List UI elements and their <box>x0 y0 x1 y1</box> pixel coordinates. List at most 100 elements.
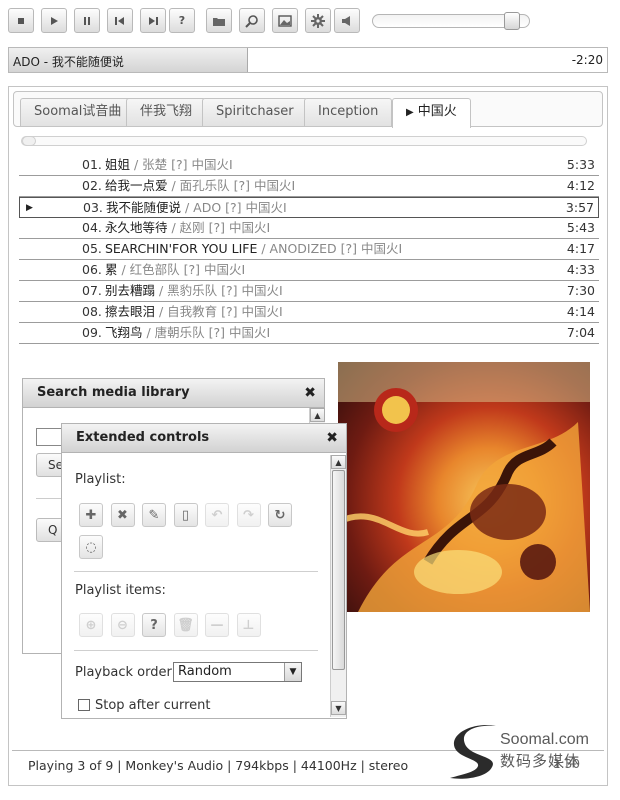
lightbulb-button[interactable]: ◌ <box>79 535 103 559</box>
extended-controls-title: Extended controls <box>76 430 210 445</box>
scroll-down-arrow-icon[interactable]: ▼ <box>331 701 346 715</box>
refresh-button[interactable]: ↻ <box>268 503 292 527</box>
track-duration: 4:17 <box>566 241 595 256</box>
track-duration: 5:33 <box>566 157 595 172</box>
speaker-icon <box>342 15 350 26</box>
scroll-up-arrow-icon[interactable]: ▲ <box>310 408 325 422</box>
pencil-icon: ✎ <box>148 507 160 523</box>
track-number: 05. <box>82 241 102 256</box>
track-meta: / 唐朝乐队 [?] 中国火I <box>142 325 271 340</box>
extended-controls-scrollbar[interactable]: ▲ ▼ <box>330 455 346 717</box>
playlist-row[interactable]: 09. 飞翔鸟 / 唐朝乐队 [?] 中国火I 7:04 <box>19 323 599 344</box>
stop-button[interactable] <box>8 8 34 33</box>
track-duration: 7:04 <box>566 325 595 340</box>
track-meta: / 黑豹乐队 [?] 中国火I <box>155 283 283 298</box>
play-icon <box>51 16 58 25</box>
track-meta: / ANODIZED [?] 中国火I <box>257 241 403 256</box>
track-info: 擦去眼泪 / 自我教育 [?] 中国火I <box>105 302 283 322</box>
undo-button[interactable]: ↶ <box>205 503 229 527</box>
pause-icon <box>84 16 90 25</box>
question-button[interactable]: ? <box>142 613 166 637</box>
minus-circle-button[interactable]: ⊖ <box>110 613 135 637</box>
track-duration: 4:14 <box>566 304 595 319</box>
track-number: 02. <box>82 178 102 193</box>
track-number: 03. <box>83 200 103 215</box>
playlist-row[interactable]: 07. 别去糟蹋 / 黑豹乐队 [?] 中国火I 7:30 <box>19 281 599 302</box>
redo-button[interactable]: ↷ <box>236 503 261 527</box>
track-info: 永久地等待 / 赵刚 [?] 中国火I <box>105 218 270 238</box>
playlist-row[interactable]: 02. 给我一点爱 / 面孔乐队 [?] 中国火I 4:12 <box>19 176 599 197</box>
extended-controls-header[interactable]: Extended controls ✖ <box>61 423 347 453</box>
settings-button[interactable] <box>305 8 331 33</box>
now-playing-bar[interactable]: ADO - 我不能随便说 -2:20 <box>8 47 608 73</box>
playback-order-label: Playback order <box>75 665 172 680</box>
track-meta: / 赵刚 [?] 中国火I <box>167 220 271 235</box>
track-info: 飞翔鸟 / 唐朝乐队 [?] 中国火I <box>105 323 270 343</box>
stop-after-current-label: Stop after current <box>95 698 211 713</box>
track-title: 永久地等待 <box>105 220 168 235</box>
playlist-row[interactable]: ▶ 03. 我不能随便说 / ADO [?] 中国火I 3:57 <box>19 197 599 218</box>
tab-spiritchaser[interactable]: Spiritchaser <box>202 98 308 126</box>
plus-button[interactable]: ✚ <box>79 503 103 527</box>
chevron-down-icon[interactable]: ▼ <box>284 663 301 681</box>
track-number: 09. <box>82 325 102 340</box>
open-button[interactable] <box>206 8 232 33</box>
random-button[interactable]: ? <box>169 8 195 33</box>
trash-icon: 🗑 <box>177 617 194 633</box>
scroll-thumb[interactable] <box>332 470 345 670</box>
dash-button[interactable]: — <box>205 613 229 637</box>
playlist-row[interactable]: 04. 永久地等待 / 赵刚 [?] 中国火I 5:43 <box>19 218 599 239</box>
trash-button[interactable]: 🗑 <box>173 613 198 637</box>
track-duration: 5:43 <box>566 220 595 235</box>
track-info: 别去糟蹋 / 黑豹乐队 [?] 中国火I <box>105 281 283 301</box>
watermark-site: Soomal.com <box>500 731 589 748</box>
image-icon <box>278 14 292 27</box>
playback-order-value: Random <box>178 664 232 679</box>
next-icon <box>149 16 158 25</box>
clipboard-icon: ▯ <box>181 507 190 523</box>
search-panel-header[interactable]: Search media library ✖ <box>22 378 325 408</box>
gear-icon <box>311 13 325 28</box>
tab-inception[interactable]: Inception <box>304 98 393 126</box>
tab-banwofeixiang[interactable]: 伴我飞翔 <box>126 98 207 126</box>
folder-icon <box>213 17 225 26</box>
playlist-hscrollbar[interactable] <box>21 136 587 146</box>
track-meta: / 自我教育 [?] 中国火I <box>155 304 283 319</box>
track-number: 04. <box>82 220 102 235</box>
search-panel-close-icon[interactable]: ✖ <box>304 379 316 407</box>
remove-icon: ✖ <box>117 507 128 523</box>
clipboard-button[interactable]: ▯ <box>173 503 198 527</box>
playlist-row[interactable]: 05. SEARCHIN'FOR YOU LIFE / ANODIZED [?] … <box>19 239 599 260</box>
volume-button[interactable] <box>334 8 360 33</box>
extended-controls-close-icon[interactable]: ✖ <box>326 424 338 452</box>
plus-icon: ✚ <box>85 507 97 523</box>
search-button[interactable] <box>239 8 265 33</box>
previous-button[interactable] <box>107 8 133 33</box>
playlist-row[interactable]: 01. 姐姐 / 张楚 [?] 中国火I 5:33 <box>19 155 599 176</box>
playlist-row[interactable]: 08. 擦去眼泪 / 自我教育 [?] 中国火I 4:14 <box>19 302 599 323</box>
album-art-image <box>338 362 590 612</box>
pin-button[interactable]: ⊥ <box>236 613 261 637</box>
stop-icon <box>18 17 24 24</box>
remove-button[interactable]: ✖ <box>110 503 135 527</box>
image-button[interactable] <box>272 8 298 33</box>
track-title: 擦去眼泪 <box>105 304 156 319</box>
undo-icon: ↶ <box>211 507 223 523</box>
add-circle-button[interactable]: ⊕ <box>79 613 103 637</box>
playlist-row[interactable]: 06. 累 / 红色部队 [?] 中国火I 4:33 <box>19 260 599 281</box>
playlist-tabs: Soomal试音曲 伴我飞翔 Spiritchaser Inception ▶ 中… <box>13 91 603 128</box>
tab-soomal[interactable]: Soomal试音曲 <box>20 98 136 126</box>
pause-button[interactable] <box>74 8 100 33</box>
scroll-knob[interactable] <box>22 136 36 146</box>
pencil-button[interactable]: ✎ <box>142 503 166 527</box>
playback-order-select[interactable]: Random ▼ <box>173 662 302 682</box>
volume-slider-thumb[interactable] <box>504 12 521 30</box>
track-meta: / 面孔乐队 [?] 中国火I <box>167 178 296 193</box>
next-button[interactable] <box>140 8 166 33</box>
play-button[interactable] <box>41 8 67 33</box>
track-meta: / 红色部队 [?] 中国火I <box>117 262 246 277</box>
scroll-up-arrow-icon[interactable]: ▲ <box>331 455 346 469</box>
stop-after-current-checkbox[interactable] <box>78 699 90 711</box>
remaining-time: -2:20 <box>571 53 603 67</box>
tab-zhongguohuo[interactable]: ▶ 中国火 <box>392 98 471 128</box>
